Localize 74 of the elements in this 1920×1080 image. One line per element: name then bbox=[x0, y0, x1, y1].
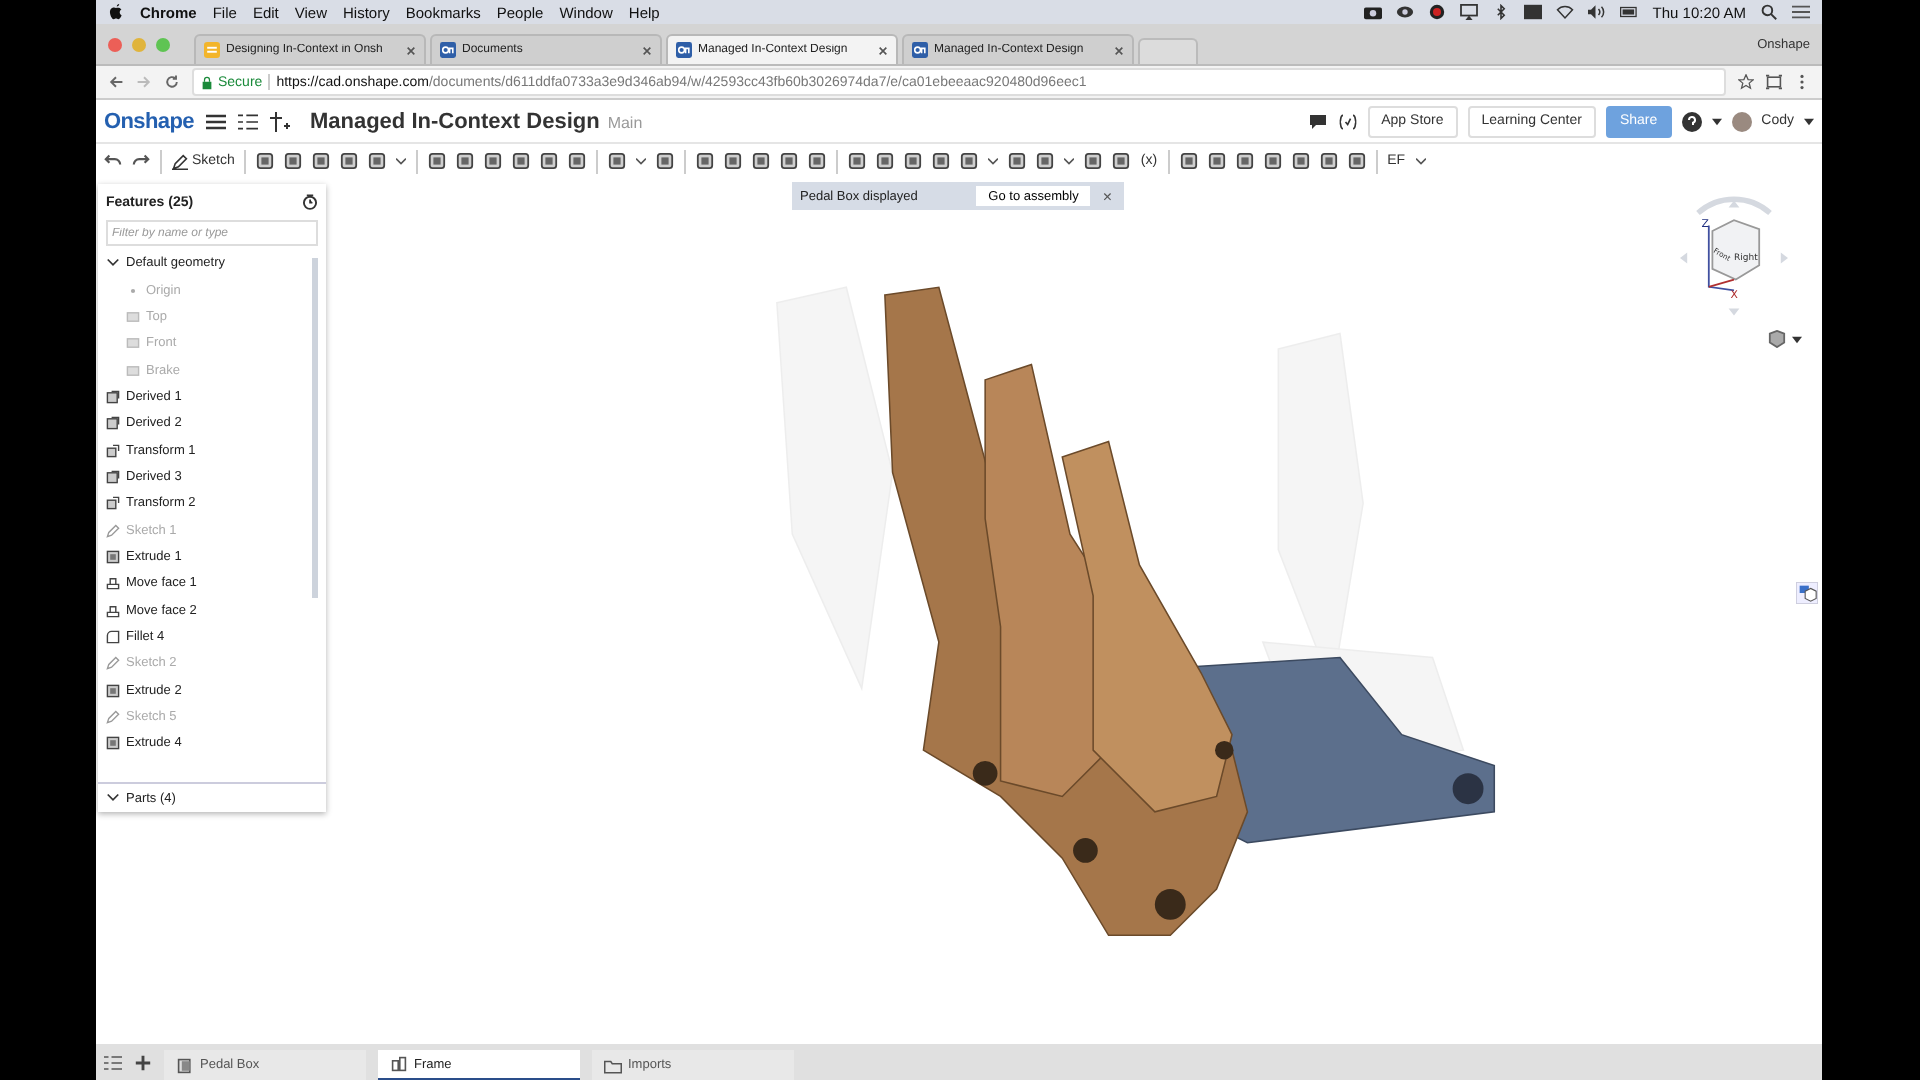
more-icon[interactable] bbox=[1794, 74, 1810, 90]
caret-icon[interactable] bbox=[1064, 157, 1075, 165]
extrude-icon bbox=[106, 683, 120, 698]
pencil-icon bbox=[106, 656, 120, 671]
eye-icon[interactable] bbox=[1396, 4, 1415, 20]
onshape-logo[interactable]: Onshape bbox=[104, 109, 194, 133]
close-icon[interactable] bbox=[878, 45, 888, 55]
close-button[interactable]: × bbox=[1098, 187, 1116, 205]
battery-icon[interactable] bbox=[1620, 4, 1639, 20]
tool-icon[interactable] bbox=[656, 152, 675, 170]
close-icon[interactable] bbox=[406, 45, 416, 55]
cast-icon[interactable] bbox=[1766, 74, 1782, 90]
onshape-favicon-icon bbox=[440, 42, 456, 58]
derived-icon bbox=[106, 389, 120, 404]
caret-icon[interactable] bbox=[1792, 335, 1802, 343]
caret-icon[interactable] bbox=[396, 157, 407, 165]
onshape-favicon-icon bbox=[676, 42, 692, 58]
redo-icon[interactable] bbox=[132, 152, 150, 170]
caret-icon[interactable] bbox=[1711, 117, 1722, 125]
apple-icon[interactable] bbox=[108, 2, 124, 22]
undo-icon[interactable] bbox=[104, 152, 122, 170]
extrude-icon bbox=[106, 736, 120, 751]
reload-icon[interactable] bbox=[164, 74, 180, 90]
chevron-icon[interactable] bbox=[106, 256, 120, 271]
appearance-icon[interactable] bbox=[1796, 582, 1818, 604]
tool-icon[interactable] bbox=[608, 152, 627, 170]
avatar-icon[interactable] bbox=[1731, 111, 1752, 131]
insert-icon[interactable] bbox=[269, 111, 290, 131]
document-title: Managed In-Context Design bbox=[309, 109, 600, 133]
folder-icon bbox=[604, 1057, 622, 1073]
pencil-icon bbox=[106, 523, 120, 538]
move-face-icon bbox=[106, 576, 120, 591]
move-face-icon bbox=[106, 603, 120, 618]
assembly-icon bbox=[176, 1057, 194, 1073]
dot-icon bbox=[126, 283, 140, 298]
fillet-icon bbox=[106, 629, 120, 644]
document-favicon-icon bbox=[204, 42, 220, 58]
derived-icon bbox=[106, 416, 120, 431]
caret-icon[interactable] bbox=[636, 157, 647, 165]
onshape-favicon-icon bbox=[912, 42, 928, 58]
star-icon[interactable] bbox=[1738, 74, 1754, 90]
close-icon[interactable] bbox=[1114, 45, 1124, 55]
transform-icon bbox=[106, 443, 120, 458]
feature-list-icon[interactable] bbox=[237, 111, 258, 131]
list-icon[interactable] bbox=[1792, 4, 1810, 20]
chevron-icon[interactable] bbox=[106, 792, 120, 804]
shaded-view-icon[interactable] bbox=[1768, 330, 1786, 348]
search-icon[interactable] bbox=[1760, 4, 1778, 20]
history-icon[interactable] bbox=[302, 194, 318, 210]
lock-icon bbox=[202, 75, 212, 89]
bluetooth-icon[interactable] bbox=[1492, 4, 1511, 20]
camera-icon[interactable] bbox=[1364, 4, 1383, 20]
add-icon[interactable] bbox=[134, 1053, 152, 1071]
display-icon[interactable] bbox=[1524, 4, 1543, 20]
caret-icon[interactable] bbox=[988, 157, 999, 165]
extrude-icon bbox=[106, 549, 120, 564]
airplay-icon[interactable] bbox=[1460, 4, 1479, 20]
caret-icon[interactable] bbox=[1415, 157, 1426, 165]
menu-icon[interactable] bbox=[205, 111, 226, 131]
transform-icon bbox=[106, 496, 120, 511]
part-studio-icon bbox=[390, 1056, 408, 1072]
derived-icon bbox=[106, 469, 120, 484]
wifi-icon[interactable] bbox=[1556, 4, 1575, 20]
back-icon[interactable] bbox=[108, 74, 124, 90]
tab-list-icon[interactable] bbox=[104, 1053, 122, 1071]
close-icon[interactable] bbox=[642, 45, 652, 55]
pencil-icon bbox=[106, 710, 120, 725]
volume-icon[interactable] bbox=[1588, 4, 1607, 20]
variable-icon[interactable] bbox=[1337, 111, 1358, 131]
help-icon[interactable] bbox=[1681, 111, 1702, 131]
pencil-icon bbox=[172, 153, 188, 169]
caret-icon[interactable] bbox=[1804, 117, 1814, 125]
record-icon[interactable] bbox=[1428, 4, 1447, 20]
comment-icon[interactable] bbox=[1307, 111, 1328, 131]
